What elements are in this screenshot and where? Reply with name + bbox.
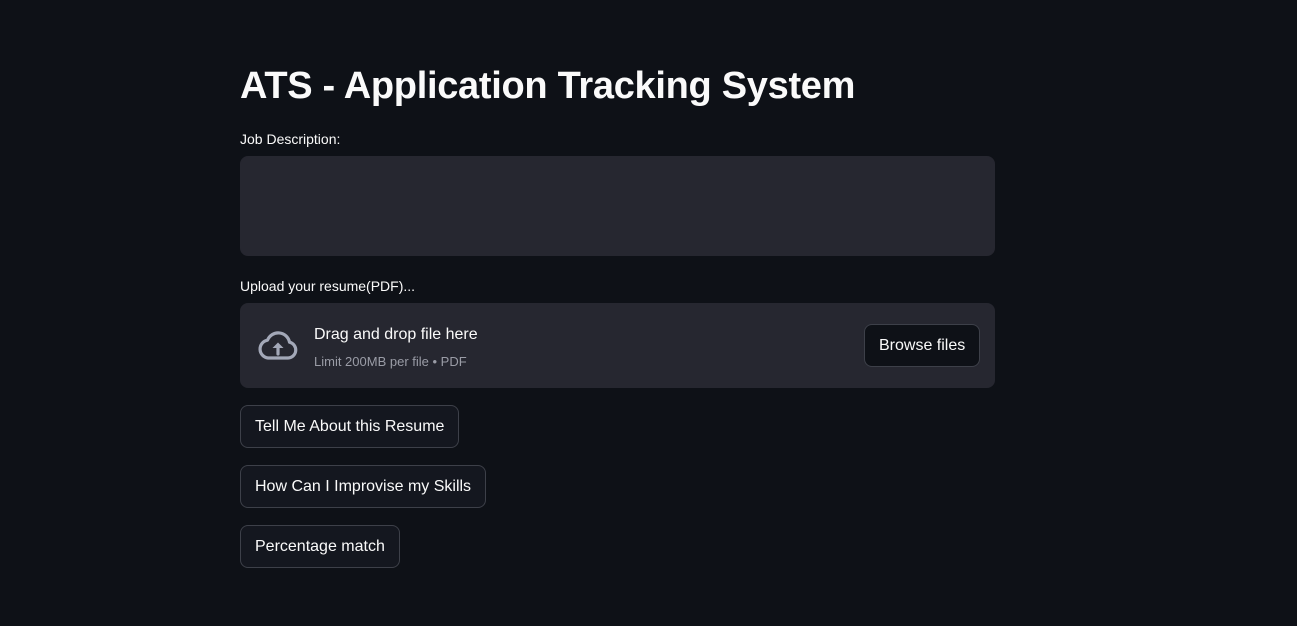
browse-files-button[interactable]: Browse files	[864, 324, 981, 367]
page-title: ATS - Application Tracking System	[240, 65, 856, 107]
cloud-upload-icon	[258, 331, 298, 360]
dropzone-instructions: Drag and drop file here	[314, 326, 478, 343]
improve-skills-button[interactable]: How Can I Improvise my Skills	[240, 465, 487, 508]
job-description-input[interactable]	[240, 156, 995, 256]
resume-upload-label: Upload your resume(PDF)...	[240, 278, 416, 294]
percentage-match-button[interactable]: Percentage match	[240, 525, 400, 568]
job-description-label: Job Description:	[240, 131, 341, 147]
tell-me-about-resume-button[interactable]: Tell Me About this Resume	[240, 405, 460, 448]
resume-dropzone[interactable]: Drag and drop file here Limit 200MB per …	[240, 303, 995, 388]
dropzone-file-limit: Limit 200MB per file • PDF	[314, 354, 467, 369]
